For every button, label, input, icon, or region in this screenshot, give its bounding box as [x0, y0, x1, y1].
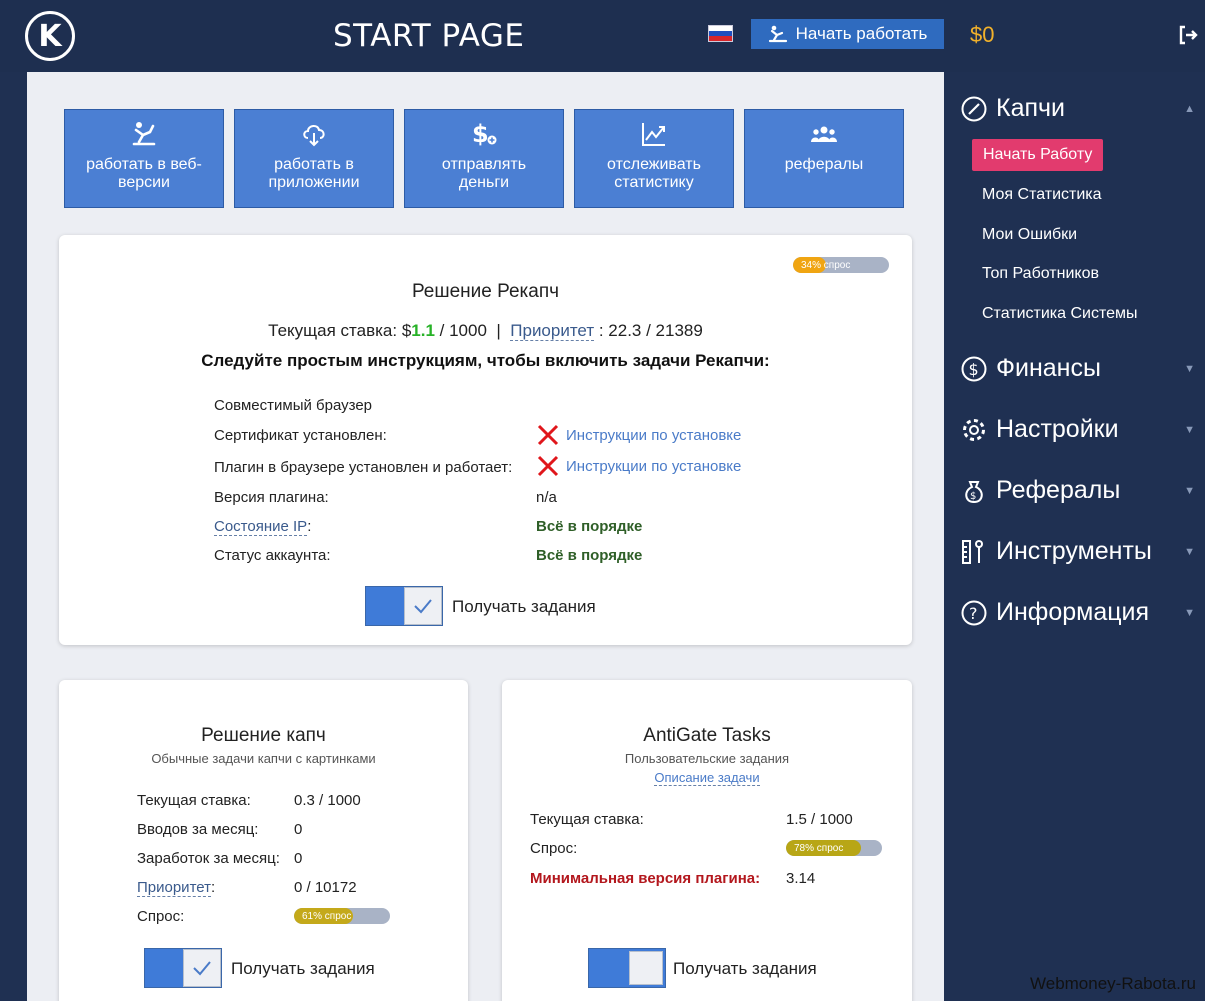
chevron-down-icon: ▼: [1184, 484, 1195, 497]
antigate-subtitle: Пользовательские задания: [624, 751, 790, 766]
quick-actions: работать в веб-версии работать в приложе…: [64, 109, 904, 208]
recaptcha-title: Решение Рекапч: [411, 281, 560, 302]
recaptcha-demand-bar: 34% спрос: [793, 257, 889, 273]
svg-text:$: $: [970, 491, 976, 502]
tile-send-money[interactable]: $ отправлять деньги: [404, 109, 564, 208]
sidebar-section-captcha[interactable]: Капчи ▲: [960, 94, 1195, 123]
priority-link[interactable]: Приоритет: [137, 879, 211, 897]
chevron-up-icon: ▲: [1184, 102, 1195, 115]
check-icon: [414, 599, 432, 614]
captcha-subtitle: Обычные задачи капчи с картинками: [151, 751, 376, 766]
sidebar-section-settings[interactable]: Настройки ▼: [960, 415, 1195, 444]
money-bag-icon: $: [965, 480, 983, 503]
captcha-title: Решение капч: [201, 725, 326, 746]
dollar-icon: $: [472, 120, 497, 148]
russia-flag-icon[interactable]: [708, 25, 733, 42]
sidebar-section-finance[interactable]: $ Финансы ▼: [960, 354, 1195, 383]
recaptcha-toggle[interactable]: [365, 586, 443, 626]
install-instructions-link[interactable]: Инструкции по установке: [566, 458, 741, 475]
sidebar-item-my-errors[interactable]: Мои Ошибки: [982, 226, 1077, 244]
chevron-down-icon: ▼: [1184, 545, 1195, 558]
logout-icon[interactable]: [1177, 24, 1199, 46]
top-header: K START PAGE Начать работать $0: [0, 0, 1205, 72]
chevron-down-icon: ▼: [1184, 606, 1195, 619]
users-icon: [811, 126, 837, 142]
captcha-demand-bar: 61% спрос: [294, 908, 390, 924]
close-icon: [537, 455, 559, 477]
sidebar: Капчи ▲ Начать Работу Моя Статистика Мои…: [944, 72, 1205, 1001]
req-label: Состояние IP:: [214, 518, 312, 536]
recaptcha-card: 34% спрос Решение Рекапч Текущая ставка:…: [59, 235, 912, 645]
antigate-card: AntiGate Tasks Пользовательские задания …: [502, 680, 912, 1001]
dollar-circle-icon: $: [961, 356, 987, 381]
sidebar-section-information[interactable]: ? Информация ▼: [960, 598, 1195, 627]
tools-icon: [962, 539, 983, 564]
compass-icon: [961, 96, 987, 121]
tile-web-version[interactable]: работать в веб-версии: [64, 109, 224, 208]
cloud-download-icon: [303, 125, 325, 147]
worker-icon: [132, 122, 156, 146]
ip-status-link[interactable]: Состояние IP: [214, 518, 308, 536]
account-status-value: Всё в порядке: [536, 547, 643, 564]
sidebar-section-referrals[interactable]: $ Рефералы ▼: [960, 476, 1195, 505]
toggle-label: Получать задания: [452, 597, 596, 616]
watermark: Webmoney-Rabota.ru: [1030, 974, 1196, 993]
tile-app[interactable]: работать в приложении: [234, 109, 394, 208]
req-label: Плагин в браузере установлен и работает:: [214, 459, 513, 476]
req-label: Версия плагина:: [214, 489, 329, 506]
svg-text:$: $: [969, 360, 979, 379]
req-label: Совместимый браузер: [214, 397, 373, 414]
tile-statistics[interactable]: отслеживать статистику: [574, 109, 734, 208]
check-icon: [193, 961, 211, 976]
logo[interactable]: K: [25, 11, 75, 61]
chevron-down-icon: ▼: [1184, 423, 1195, 436]
antigate-toggle[interactable]: [588, 948, 666, 988]
close-icon: [537, 424, 559, 446]
gear-icon: [963, 418, 985, 441]
balance: $0: [970, 22, 995, 47]
req-value: Инструкции по установке: [536, 454, 741, 478]
sidebar-section-tools[interactable]: Инструменты ▼: [960, 537, 1195, 566]
req-label: Статус аккаунта:: [214, 547, 331, 564]
task-description-link[interactable]: Описание задачи: [654, 770, 760, 786]
antigate-demand-bar: 78% спрос: [786, 840, 882, 856]
recaptcha-instructions: Следуйте простым инструкциям, чтобы вклю…: [201, 351, 770, 370]
sidebar-item-my-stats[interactable]: Моя Статистика: [982, 186, 1102, 204]
toggle-label: Получать задания: [673, 959, 817, 978]
main-content: работать в веб-версии работать в приложе…: [27, 72, 944, 1001]
sidebar-item-start-work[interactable]: Начать Работу: [972, 139, 1104, 171]
req-label: Сертификат установлен:: [214, 427, 387, 444]
ip-status-value: Всё в порядке: [536, 518, 643, 535]
plugin-version: n/a: [536, 489, 557, 506]
sidebar-item-top-workers[interactable]: Топ Работников: [982, 265, 1099, 283]
page-title: START PAGE: [333, 18, 525, 54]
install-instructions-link[interactable]: Инструкции по установке: [566, 427, 741, 444]
toggle-label: Получать задания: [231, 959, 375, 978]
captcha-card: Решение капч Обычные задачи капчи с карт…: [59, 680, 468, 1001]
svg-text:?: ?: [969, 604, 978, 623]
priority-link[interactable]: Приоритет: [510, 321, 595, 341]
svg-text:$: $: [472, 120, 489, 148]
worker-icon: [768, 25, 787, 43]
question-icon: ?: [961, 600, 987, 625]
chart-icon: [642, 123, 665, 146]
recaptcha-rate: Текущая ставка: $1.1 / 1000 | Приоритет …: [268, 321, 703, 341]
captcha-toggle[interactable]: [144, 948, 222, 988]
req-value: Инструкции по установке: [536, 423, 741, 447]
start-work-button[interactable]: Начать работать: [751, 19, 944, 49]
sidebar-item-system-stats[interactable]: Статистика Системы: [982, 305, 1138, 323]
tile-referrals[interactable]: рефералы: [744, 109, 904, 208]
chevron-down-icon: ▼: [1184, 362, 1195, 375]
antigate-title: AntiGate Tasks: [643, 725, 771, 746]
